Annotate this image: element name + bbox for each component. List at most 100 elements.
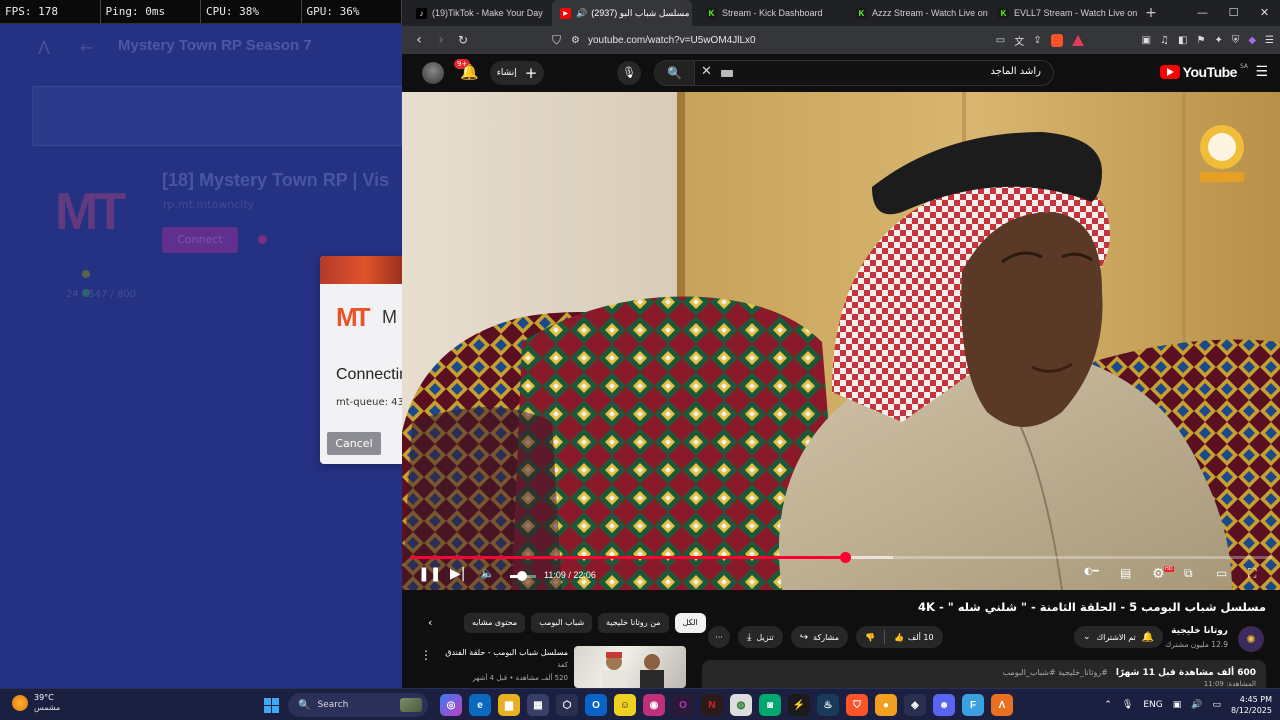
netflix-icon[interactable]: N bbox=[701, 694, 723, 716]
cast-icon[interactable]: ▭ bbox=[996, 35, 1005, 46]
volume-handle[interactable] bbox=[516, 571, 527, 581]
back-icon[interactable]: ‹ bbox=[408, 32, 430, 48]
chip-all[interactable]: الكل bbox=[674, 613, 706, 633]
brave-shields-icon[interactable] bbox=[1050, 33, 1063, 47]
more-actions-icon[interactable]: ··· bbox=[708, 626, 730, 648]
github-icon[interactable]: ◈ bbox=[904, 694, 926, 716]
voice-search-icon[interactable]: 🎙 bbox=[617, 61, 641, 85]
bookmark-icon[interactable]: ⛉ bbox=[552, 33, 561, 48]
download-button[interactable]: تنزيل ⤓ bbox=[738, 626, 783, 648]
bookmarks-panel-icon[interactable]: ⚑ bbox=[1196, 35, 1205, 46]
tab-kick-azzz[interactable]: K Azzz Stream - Watch Live on Kick bbox=[842, 0, 990, 26]
sidebar-icon[interactable]: ◧ bbox=[1178, 35, 1187, 46]
dislike-button[interactable]: 👎 bbox=[856, 633, 884, 642]
clear-search-icon[interactable]: ✕ bbox=[701, 64, 712, 79]
cancel-button[interactable]: Cancel bbox=[327, 432, 381, 455]
create-button[interactable]: إنشاء + bbox=[490, 61, 544, 85]
snapchat-icon[interactable]: ☺ bbox=[614, 694, 636, 716]
edge-icon[interactable]: e bbox=[469, 694, 491, 716]
chips-scroll-left-icon[interactable]: ‹ bbox=[428, 616, 432, 629]
speaker-icon[interactable]: 🔊 bbox=[1191, 700, 1202, 710]
maximize-icon[interactable]: ☐ bbox=[1218, 0, 1249, 26]
video-player[interactable]: ❚❚ ▶| 🔈 11:09 / 22:06 ◐━ ▤ ⚙ HD ⧉ ▭ ⛶ bbox=[402, 92, 1280, 590]
clock[interactable]: 4:45 PM 8/12/2025 bbox=[1231, 694, 1272, 716]
keyboard-icon[interactable] bbox=[721, 70, 733, 77]
reader-icon[interactable]: ▣ bbox=[1142, 35, 1151, 46]
next-icon[interactable]: ▶| bbox=[450, 566, 465, 582]
search-icon[interactable]: 🔍 bbox=[655, 61, 695, 85]
search-box[interactable]: 🔍 ✕ راشد الماجد bbox=[654, 60, 1054, 86]
brave-icon[interactable]: ⛉ bbox=[846, 694, 868, 716]
instagram-icon[interactable]: ◉ bbox=[643, 694, 665, 716]
theater-mode-icon[interactable]: ▭ bbox=[1216, 566, 1227, 580]
url-field[interactable]: ⛉ ⚙ youtube.com/watch?v=U5wOM4JlLx0 bbox=[552, 29, 756, 51]
subscribed-button[interactable]: 🔔 تم الاشتراك ⌄ bbox=[1074, 626, 1164, 648]
url-text[interactable]: youtube.com/watch?v=U5wOM4JlLx0 bbox=[588, 35, 756, 46]
hashtags[interactable]: #روتانا_خليجية #شباب_البومب bbox=[1003, 668, 1108, 678]
volume-icon[interactable]: 🔈 bbox=[480, 566, 495, 580]
pause-icon[interactable]: ❚❚ bbox=[418, 566, 441, 582]
chip-similar[interactable]: محتوى مشابه bbox=[464, 613, 526, 633]
opera-gx-icon[interactable]: O bbox=[672, 694, 694, 716]
outlook-icon[interactable]: O bbox=[585, 694, 607, 716]
autoplay-toggle-icon[interactable]: ◐━ bbox=[1084, 566, 1099, 577]
close-window-icon[interactable]: ✕ bbox=[1249, 0, 1280, 26]
chrome-icon[interactable]: ◍ bbox=[730, 694, 752, 716]
translate-icon[interactable]: 文 bbox=[1014, 33, 1024, 48]
extensions-icon[interactable]: ✦ bbox=[1214, 35, 1222, 46]
tab-youtube[interactable]: ▶ 🔊 (2937) مسلسل شباب البو ✕ bbox=[552, 0, 692, 26]
vpn-icon[interactable]: ⛨ bbox=[1232, 35, 1240, 46]
weather-widget[interactable]: 39°C مشمس bbox=[12, 693, 60, 713]
account-avatar[interactable] bbox=[422, 62, 444, 84]
copilot-icon[interactable]: ◎ bbox=[440, 694, 462, 716]
bell-icon[interactable]: 🔔 bbox=[460, 63, 479, 81]
share-icon[interactable]: ⇪ bbox=[1033, 35, 1041, 46]
channel-avatar[interactable]: ✺ bbox=[1238, 626, 1264, 652]
discord-icon[interactable]: ☻ bbox=[933, 694, 955, 716]
tray-overflow-icon[interactable]: ⌃ bbox=[1104, 700, 1112, 710]
new-tab-icon[interactable]: + bbox=[1140, 5, 1162, 21]
taskbar-search[interactable]: 🔍 Search bbox=[288, 693, 428, 717]
brave-rewards-icon[interactable] bbox=[1071, 34, 1084, 46]
channel-name[interactable]: روتانا خليجية bbox=[1171, 626, 1228, 636]
app-circle-icon[interactable]: ● bbox=[875, 694, 897, 716]
steam-icon[interactable]: ♨ bbox=[817, 694, 839, 716]
app-f-icon[interactable]: F bbox=[962, 694, 984, 716]
discord-alt-icon[interactable]: ◙ bbox=[759, 694, 781, 716]
mic-icon[interactable]: 🎙 bbox=[1122, 700, 1133, 710]
app-a-icon[interactable]: Λ bbox=[991, 694, 1013, 716]
windows-start-icon[interactable] bbox=[264, 698, 279, 713]
tab-kick-evll7[interactable]: K EVLL7 Stream - Watch Live on Kick ✕ bbox=[990, 0, 1140, 26]
reload-icon[interactable]: ↻ bbox=[452, 33, 474, 47]
miniplayer-icon[interactable]: ⧉ bbox=[1184, 566, 1193, 581]
file-explorer-icon[interactable]: ▆ bbox=[498, 694, 520, 716]
battery-icon[interactable]: ▭ bbox=[1212, 700, 1221, 710]
leo-icon[interactable]: ◆ bbox=[1248, 35, 1256, 46]
settings-gear-icon[interactable]: ⚙ bbox=[1152, 566, 1165, 582]
guide-menu-icon[interactable]: ☰ bbox=[1255, 64, 1268, 80]
store-icon[interactable]: ▦ bbox=[527, 694, 549, 716]
network-icon[interactable]: ▣ bbox=[1173, 700, 1182, 710]
forward-icon[interactable]: › bbox=[430, 32, 452, 48]
description-box[interactable]: 600 ألف مشاهدة قبل 11 شهرًا #روتانا_خليج… bbox=[702, 660, 1266, 688]
tab-kick-dashboard[interactable]: K Stream - Kick Dashboard bbox=[692, 0, 842, 26]
site-info-icon[interactable]: ⚙ bbox=[571, 35, 580, 46]
rec-channel-name[interactable]: كفة bbox=[442, 661, 568, 669]
tab-tiktok[interactable]: ♪ (19)TikTok - Make Your Day bbox=[402, 0, 552, 26]
language-indicator[interactable]: ENG bbox=[1143, 700, 1162, 710]
like-button[interactable]: 10 ألف 👍 bbox=[885, 633, 943, 642]
app-lightning-icon[interactable]: ⚡ bbox=[788, 694, 810, 716]
more-options-icon[interactable]: ⋮ bbox=[420, 648, 432, 662]
share-button[interactable]: مشاركة ↪ bbox=[790, 626, 848, 648]
rec-thumbnail[interactable] bbox=[574, 646, 686, 688]
media-icon[interactable]: ♫ bbox=[1160, 35, 1169, 46]
fullscreen-icon[interactable]: ⛶ bbox=[1248, 566, 1256, 581]
menu-icon[interactable]: ☰ bbox=[1265, 35, 1274, 46]
chip-series[interactable]: شباب البومب bbox=[531, 613, 593, 633]
minimize-icon[interactable]: — bbox=[1187, 0, 1218, 26]
youtube-logo[interactable]: YouTube SA bbox=[1159, 63, 1248, 80]
rec-video-title[interactable]: مسلسل شباب البومب - حلقة الفندق bbox=[442, 648, 568, 657]
app-icon[interactable]: ⬡ bbox=[556, 694, 578, 716]
audio-playing-icon[interactable]: 🔊 bbox=[576, 8, 587, 19]
captions-icon[interactable]: ▤ bbox=[1120, 566, 1131, 580]
